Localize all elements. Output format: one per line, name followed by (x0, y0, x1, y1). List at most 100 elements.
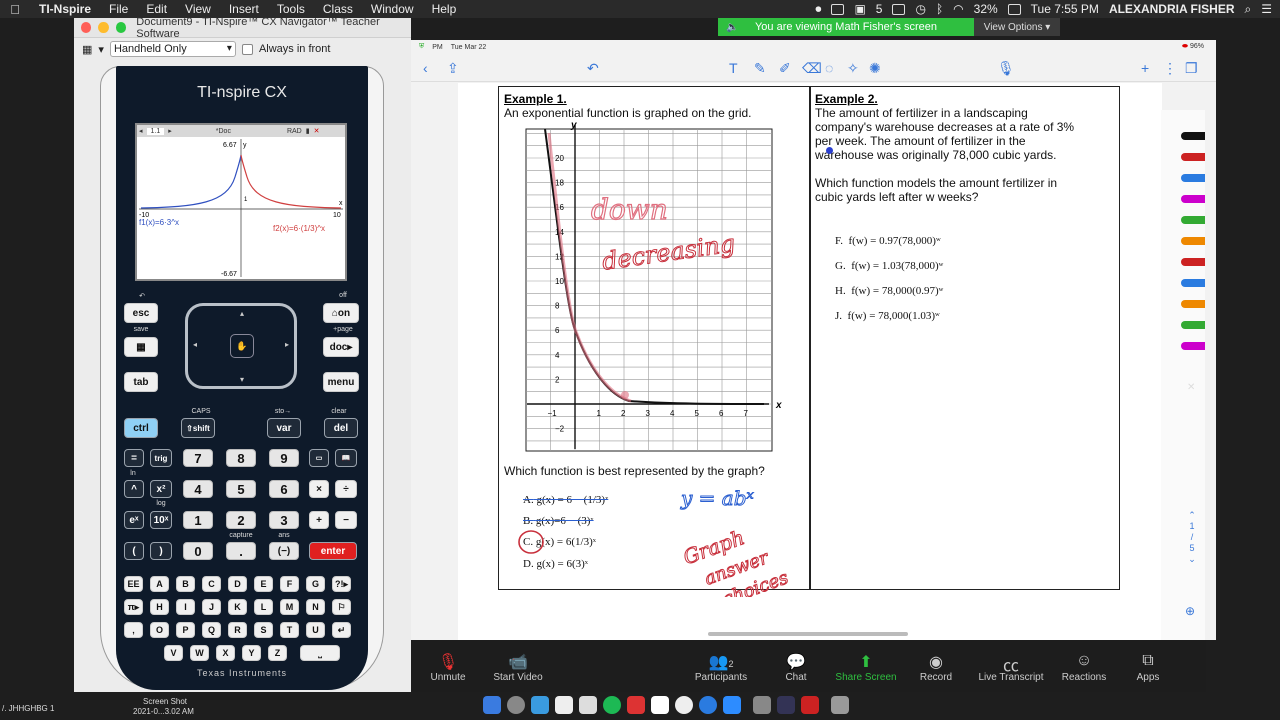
key-6[interactable]: 6 (269, 480, 299, 498)
letter-key[interactable]: T (280, 622, 299, 638)
exp-key[interactable]: eˣ (124, 511, 144, 529)
calculator-icon[interactable]: ▦ (82, 43, 92, 56)
menu-app-name[interactable]: TI-Nspire (30, 2, 100, 16)
key-0[interactable]: 0 (183, 542, 213, 560)
dropdown-arrow-icon[interactable]: ▾ (98, 43, 104, 56)
page-indicator[interactable]: ⌃ 1 / 5 ⌄ (1185, 510, 1199, 565)
launchpad-icon[interactable] (507, 696, 525, 714)
choice-f[interactable]: F. f(w) = 0.97(78,000)ʷ (835, 235, 941, 247)
back-icon[interactable]: ‹ (423, 60, 428, 76)
letter-key[interactable]: ⎵ (300, 645, 340, 661)
letter-key[interactable]: D (228, 576, 247, 592)
touchpad-down-icon[interactable]: ▾ (240, 375, 244, 384)
page-up-icon[interactable]: ⌃ (1185, 510, 1199, 521)
right-paren-key[interactable]: ) (150, 542, 172, 560)
letter-key[interactable]: P (176, 622, 195, 638)
equals-key[interactable]: = (124, 449, 144, 467)
highlighter-icon[interactable]: ✐ (779, 60, 791, 77)
letter-key[interactable]: C (202, 576, 221, 592)
choice-d[interactable]: D. g(x) = 6(3)ˣ (523, 558, 588, 570)
f1-label[interactable]: f1(x)=6·3^x (139, 218, 179, 227)
doc-key[interactable]: doc ▸ (323, 337, 359, 357)
menu-file[interactable]: File (100, 2, 137, 16)
acrobat-icon[interactable] (801, 696, 819, 714)
key-2[interactable]: 2 (226, 511, 256, 529)
safari-icon[interactable] (699, 696, 717, 714)
close-strip-icon[interactable]: ✕ (1187, 382, 1195, 393)
add-page-icon[interactable]: + (1141, 60, 1149, 76)
page-down-icon[interactable]: ⌄ (1185, 554, 1199, 565)
touchpad-left-icon[interactable]: ◂ (193, 340, 197, 349)
menu-edit[interactable]: Edit (137, 2, 176, 16)
decimal-key[interactable]: . (226, 542, 256, 560)
screenshot-label[interactable]: Screen Shot (143, 697, 187, 706)
letter-key[interactable]: I (176, 599, 195, 615)
minimize-window-button[interactable] (98, 22, 109, 33)
template-key[interactable]: ▭ (309, 449, 329, 467)
undo-icon[interactable]: ↶ (587, 60, 599, 77)
menu-help[interactable]: Help (423, 2, 466, 16)
close-window-button[interactable] (81, 22, 92, 33)
zoom-search-icon[interactable]: ⊕ (1185, 604, 1195, 618)
zoom-app-icon[interactable] (723, 696, 741, 714)
key-7[interactable]: 7 (183, 449, 213, 467)
menu-insert[interactable]: Insert (220, 2, 268, 16)
share-icon[interactable]: ⇪ (447, 60, 459, 77)
choice-h[interactable]: H. f(w) = 78,000(0.97)ʷ (835, 285, 943, 297)
key-8[interactable]: 8 (226, 449, 256, 467)
catalog-key[interactable]: 📖 (335, 449, 357, 467)
letter-key[interactable]: ↵ (332, 622, 351, 638)
app-red-icon[interactable] (627, 696, 645, 714)
plus-key[interactable]: + (309, 511, 329, 529)
negative-key[interactable]: (−) (269, 542, 299, 560)
pen-swatch[interactable] (1181, 342, 1205, 350)
shapes-icon[interactable]: ✧ (847, 60, 859, 77)
letter-key[interactable]: V (164, 645, 183, 661)
page-tab[interactable]: 1.1 (146, 127, 165, 135)
choice-b[interactable]: B. g(x)=6 − (3)ˣ (523, 515, 594, 527)
record-icon[interactable]: ⏺ (815, 2, 821, 17)
letter-key[interactable]: Z (268, 645, 287, 661)
display-icon[interactable] (892, 3, 906, 15)
pen-swatch[interactable] (1181, 300, 1205, 308)
multiply-key[interactable]: × (309, 480, 329, 498)
battery-icon[interactable] (1007, 3, 1021, 15)
ctrl-key[interactable]: ctrl (124, 418, 158, 438)
microphone-icon[interactable]: 🎙 (997, 60, 1015, 77)
view-options-button[interactable]: View Options ▾ (974, 18, 1060, 36)
key-1[interactable]: 1 (183, 511, 213, 529)
ti-nspire-dock-icon[interactable] (777, 696, 795, 714)
always-front-checkbox[interactable] (241, 43, 253, 55)
letter-key[interactable]: ‚ (124, 622, 143, 638)
touchpad[interactable]: ✋ ▴ ▾ ◂ ▸ (185, 303, 297, 389)
letter-key[interactable]: J (202, 599, 221, 615)
power-key[interactable]: ^ (124, 480, 144, 498)
eraser-icon[interactable]: ⌫ (802, 60, 822, 77)
pen-swatch[interactable] (1181, 321, 1205, 329)
key-5[interactable]: 5 (226, 480, 256, 498)
menu-class[interactable]: Class (314, 2, 362, 16)
letter-key[interactable]: L (254, 599, 273, 615)
zoom-icon[interactable]: ▣ (854, 2, 865, 16)
key-4[interactable]: 4 (183, 480, 213, 498)
view-select[interactable]: Handheld Only (109, 41, 236, 57)
choice-j[interactable]: J. f(w) = 78,000(1.03)ʷ (835, 310, 940, 322)
tab-right-icon[interactable]: ▸ (168, 127, 172, 135)
divide-key[interactable]: ÷ (335, 480, 357, 498)
preview-icon[interactable] (753, 696, 771, 714)
esc-key[interactable]: esc (124, 303, 158, 323)
choice-g[interactable]: G. f(w) = 1.03(78,000)ʷ (835, 260, 943, 272)
home-indicator[interactable] (708, 632, 908, 636)
screenshot-date[interactable]: 2021-0...3.02 AM (133, 707, 194, 716)
battery-percent[interactable]: 32% (974, 2, 998, 16)
more-icon[interactable]: ⋮ (1163, 60, 1177, 77)
close-doc-icon[interactable]: ✕ (314, 127, 320, 135)
letter-key[interactable]: N (306, 599, 325, 615)
pen-swatch[interactable] (1181, 195, 1205, 203)
pen-swatch[interactable] (1181, 258, 1205, 266)
pen-swatch[interactable] (1181, 174, 1205, 182)
tab-key[interactable]: tab (124, 372, 158, 392)
appstore-icon[interactable] (531, 696, 549, 714)
touchpad-right-icon[interactable]: ▸ (285, 340, 289, 349)
del-key[interactable]: del (324, 418, 358, 438)
